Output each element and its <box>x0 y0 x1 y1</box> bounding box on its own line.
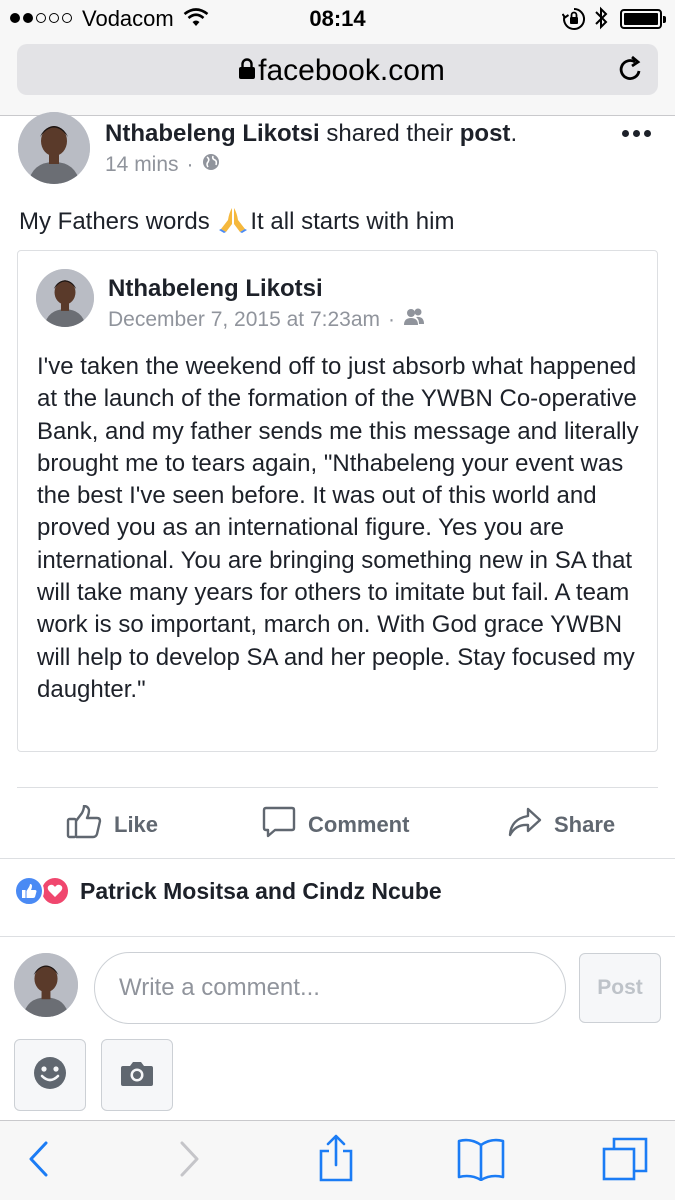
comment-icon <box>262 806 296 844</box>
post-time[interactable]: 14 mins <box>105 153 179 177</box>
smiley-icon <box>32 1055 68 1096</box>
thumbs-up-icon <box>66 804 102 845</box>
post-comment-button[interactable]: Post <box>579 953 661 1023</box>
post-header: Nthabeleng Likotsi shared their post. <box>105 120 517 148</box>
share-label: Share <box>554 812 616 837</box>
divider <box>17 787 658 788</box>
post-text-after: It all starts with him <box>250 208 455 235</box>
friends-icon <box>403 308 425 332</box>
divider <box>0 936 675 937</box>
share-arrow-icon <box>508 807 542 843</box>
shared-post-meta: December 7, 2015 at 7:23am · <box>108 308 425 332</box>
love-reaction-icon <box>40 876 70 906</box>
reload-icon[interactable] <box>618 55 644 88</box>
share-button[interactable]: Share <box>508 805 615 845</box>
comment-label: Comment <box>308 812 410 837</box>
tabs-icon[interactable] <box>601 1136 649 1189</box>
viewer-avatar <box>14 953 78 1017</box>
comment-button[interactable]: Comment <box>262 805 409 845</box>
praying-hands-icon <box>218 205 248 240</box>
author-avatar[interactable] <box>18 112 90 184</box>
globe-icon <box>202 153 220 177</box>
battery-icon <box>620 9 666 29</box>
rotation-lock-icon <box>561 7 586 36</box>
author-name[interactable]: Nthabeleng Likotsi <box>105 120 320 147</box>
post-message: My Fathers words It all starts with him <box>19 205 454 240</box>
like-label: Like <box>114 812 159 837</box>
post-text-before: My Fathers words <box>19 208 217 235</box>
post-meta: 14 mins · <box>105 153 220 177</box>
shared-post-date[interactable]: December 7, 2015 at 7:23am <box>108 308 380 332</box>
reaction-names: Patrick Mositsa and Cindz Ncube <box>80 877 442 904</box>
url-text: facebook.com <box>258 54 445 87</box>
more-options-icon[interactable] <box>622 130 651 137</box>
camera-icon <box>120 1059 154 1092</box>
divider <box>0 858 675 859</box>
shared-object-link[interactable]: post <box>460 120 511 147</box>
shared-author-name[interactable]: Nthabeleng Likotsi <box>108 275 323 303</box>
post-action-text: shared their <box>319 120 460 147</box>
reactions-summary[interactable]: Patrick Mositsa and Cindz Ncube <box>14 876 442 906</box>
like-button[interactable]: Like <box>66 804 159 845</box>
forward-icon[interactable] <box>176 1137 202 1186</box>
sticker-button[interactable] <box>14 1039 86 1111</box>
like-reaction-icon <box>14 876 44 906</box>
comment-input[interactable] <box>94 952 566 1024</box>
browser-toolbar <box>0 1120 675 1200</box>
address-bar[interactable]: facebook.com <box>17 44 658 95</box>
bluetooth-icon <box>593 6 609 35</box>
back-icon[interactable] <box>26 1137 52 1186</box>
shared-post-card[interactable]: Nthabeleng Likotsi December 7, 2015 at 7… <box>17 250 658 752</box>
share-sheet-icon[interactable] <box>316 1133 356 1188</box>
browser-address-area: facebook.com <box>0 36 675 116</box>
status-bar: Vodacom 08:14 <box>0 0 675 36</box>
bookmarks-icon[interactable] <box>456 1137 506 1186</box>
post-header-suffix: . <box>510 120 518 147</box>
shared-author-avatar[interactable] <box>36 269 94 327</box>
shared-post-body: I've taken the weekend off to just absor… <box>37 353 639 703</box>
photo-button[interactable] <box>101 1039 173 1111</box>
